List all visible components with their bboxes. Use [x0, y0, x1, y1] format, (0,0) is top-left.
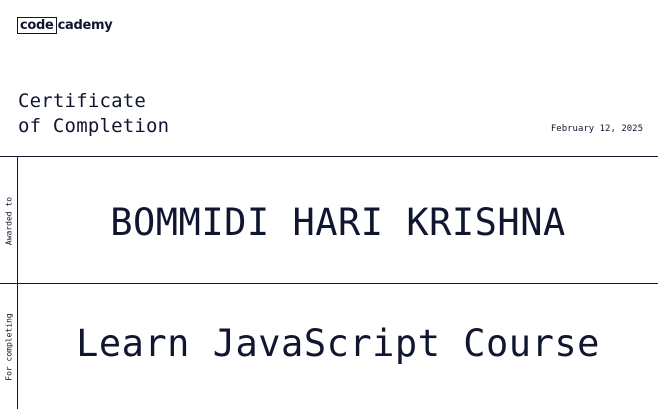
awarded-content: BOMMIDI HARI KRISHNA	[18, 157, 658, 286]
awarded-side-column: Awarded to	[0, 157, 18, 284]
awarded-to-label: Awarded to	[4, 196, 13, 245]
for-completing-label: For completing	[4, 312, 13, 381]
certificate-title: Certificate of Completion	[18, 89, 169, 139]
awarded-row: Awarded to BOMMIDI HARI KRISHNA	[0, 156, 658, 284]
certificate-date: February 12, 2025	[550, 124, 643, 134]
logo-code-box: code	[17, 17, 57, 34]
course-name: Learn JavaScript Course	[76, 322, 600, 365]
completed-side-column: For completing	[0, 284, 18, 409]
completed-content: Learn JavaScript Course	[18, 284, 658, 409]
certificate: code cademy Certificate of Completion Feb…	[0, 0, 658, 409]
recipient-name: BOMMIDI HARI KRISHNA	[110, 201, 566, 244]
logo-cademy-text: cademy	[57, 18, 113, 33]
certificate-title-line2: of Completion	[18, 115, 170, 137]
certificate-title-line1: Certificate	[18, 90, 147, 112]
completed-row: For completing Learn JavaScript Course	[0, 283, 658, 409]
codecademy-logo[interactable]: code cademy	[17, 16, 113, 35]
